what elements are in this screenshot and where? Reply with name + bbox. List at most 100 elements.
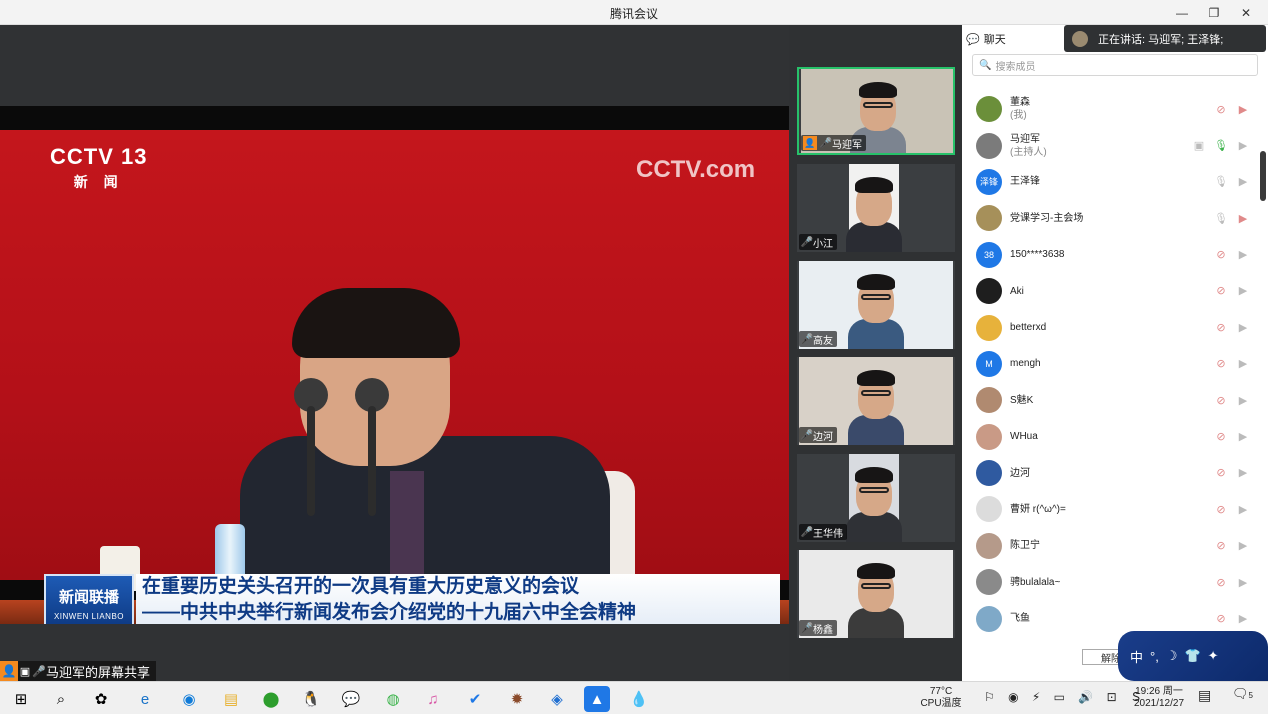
participant-name: 小江 bbox=[813, 238, 833, 250]
edge-browser-icon[interactable]: ◉ bbox=[176, 686, 202, 712]
mic-muted-icon: 🎤 bbox=[800, 429, 814, 441]
camera-icon[interactable]: ▶ bbox=[1236, 248, 1250, 261]
music-icon[interactable]: ♫ bbox=[420, 686, 446, 712]
camera-icon[interactable]: ▶ bbox=[1236, 175, 1250, 188]
notification-center-icon[interactable]: 🗨5 bbox=[1232, 687, 1253, 702]
chat-tab[interactable]: 💬 聊天 bbox=[966, 31, 1006, 47]
member-row[interactable]: 陈卫宁 ⊘ ▶ bbox=[962, 528, 1258, 564]
microphone-icon[interactable]: 🎙 bbox=[1214, 212, 1228, 225]
member-controls: ▣ 🎙 ▶ bbox=[1192, 127, 1250, 163]
close-button[interactable]: ✕ bbox=[1230, 0, 1262, 25]
member-row[interactable]: 董森 (我) ⊘ ▶ bbox=[962, 91, 1258, 127]
member-name-block: 骋bulalala~ bbox=[1010, 576, 1060, 589]
mic-muted-icon[interactable]: ⊘ bbox=[1214, 576, 1228, 589]
member-avatar: 泽锋 bbox=[976, 168, 1002, 195]
video-tile[interactable]: 🎤 杨鑫 bbox=[797, 550, 955, 638]
member-name-block: betterxd bbox=[1010, 321, 1046, 334]
droplet-icon[interactable]: 💧 bbox=[626, 686, 652, 712]
microphone-icon[interactable]: 🎙 bbox=[1214, 175, 1228, 188]
member-row[interactable]: 曹妍 r(^ω^)= ⊘ ▶ bbox=[962, 491, 1258, 527]
member-avatar bbox=[976, 605, 1002, 632]
member-role: (主持人) bbox=[1010, 146, 1047, 158]
news-show-name: 新闻联播 bbox=[58, 589, 119, 606]
glasses bbox=[861, 583, 891, 589]
mic-muted-icon[interactable]: ⊘ bbox=[1214, 357, 1228, 370]
camera-icon[interactable]: ▶ bbox=[1236, 430, 1250, 443]
member-name: 董森 bbox=[1010, 97, 1030, 109]
camera-icon[interactable]: ▶ bbox=[1236, 466, 1250, 479]
mic-muted-icon[interactable]: ⊘ bbox=[1214, 248, 1228, 261]
ime-toolbar[interactable]: 中 °, ☽ 👕 ✦ bbox=[1118, 631, 1268, 681]
member-row[interactable]: 马迎军 (主持人) ▣ 🎙 ▶ bbox=[962, 127, 1258, 163]
camera-icon[interactable]: ▶ bbox=[1236, 612, 1250, 625]
camera-icon[interactable]: ▶ bbox=[1236, 284, 1250, 297]
tencent-meeting-icon[interactable]: ✔ bbox=[462, 686, 488, 712]
member-controls: 🎙 ▶ bbox=[1214, 164, 1250, 200]
windows-start-icon[interactable]: ⊞ bbox=[8, 686, 34, 712]
camera-icon[interactable]: ▶ bbox=[1236, 576, 1250, 589]
member-row[interactable]: 38 150****3638 ⊘ ▶ bbox=[962, 237, 1258, 273]
member-avatar bbox=[976, 460, 1002, 487]
member-row[interactable]: WHua ⊘ ▶ bbox=[962, 419, 1258, 455]
member-controls: ⊘ ▶ bbox=[1214, 273, 1250, 309]
video-tile-label: 👤 🎤 马迎军 bbox=[801, 135, 866, 151]
video-tile[interactable]: 🎤 边河 bbox=[797, 357, 955, 445]
tencent-meeting-window: 腾讯会议 — ❐ ✕ CCTV 13 新 闻 CCTV.com 新闻联播 XIN… bbox=[0, 0, 1268, 714]
member-row[interactable]: betterxd ⊘ ▶ bbox=[962, 309, 1258, 345]
mic-muted-icon[interactable]: ⊘ bbox=[1214, 430, 1228, 443]
camera-icon[interactable]: ▶ bbox=[1236, 321, 1250, 334]
mic-muted-icon[interactable]: ⊘ bbox=[1214, 394, 1228, 407]
wechat-icon[interactable]: 💬 bbox=[338, 686, 364, 712]
notes-icon[interactable]: ▤ bbox=[1198, 688, 1211, 702]
restore-button[interactable]: ❐ bbox=[1198, 0, 1230, 25]
member-row[interactable]: 泽锋 王泽锋 🎙 ▶ bbox=[962, 164, 1258, 200]
participant-name: 王华伟 bbox=[813, 528, 843, 540]
camera-icon[interactable]: ▶ bbox=[1236, 539, 1250, 552]
mic-muted-icon[interactable]: ⊘ bbox=[1214, 103, 1228, 116]
video-tile[interactable]: 🎤 高友 bbox=[797, 261, 955, 349]
minimize-button[interactable]: — bbox=[1166, 0, 1198, 25]
member-row[interactable]: Mmengh ⊘ ▶ bbox=[962, 346, 1258, 382]
member-row[interactable]: 骋bulalala~ ⊘ ▶ bbox=[962, 564, 1258, 600]
camera-icon[interactable]: ▶ bbox=[1236, 139, 1250, 152]
camera-icon[interactable]: ▶ bbox=[1236, 357, 1250, 370]
member-search-input[interactable]: 🔍 搜索成员 bbox=[972, 54, 1258, 76]
cortana-icon[interactable]: ✿ bbox=[88, 686, 114, 712]
bug-icon[interactable]: ✹ bbox=[504, 686, 530, 712]
camera-icon[interactable]: ▶ bbox=[1236, 103, 1250, 116]
file-explorer-icon[interactable]: ▤ bbox=[218, 686, 244, 712]
app-icon[interactable]: ⬤ bbox=[258, 686, 284, 712]
camera-icon[interactable]: ▶ bbox=[1236, 212, 1250, 225]
qq-icon[interactable]: 🐧 bbox=[298, 686, 324, 712]
screen-share-area[interactable]: CCTV 13 新 闻 CCTV.com 新闻联播 XINWEN LIANBO … bbox=[0, 25, 789, 681]
mic-muted-icon[interactable]: ⊘ bbox=[1214, 503, 1228, 516]
member-name-block: 曹妍 r(^ω^)= bbox=[1010, 503, 1066, 516]
video-tile[interactable]: 🎤 王华伟 bbox=[797, 454, 955, 542]
member-row[interactable]: 边河 ⊘ ▶ bbox=[962, 455, 1258, 491]
microphone-icon[interactable]: 🎙 bbox=[1214, 139, 1228, 152]
member-name-block: 王泽锋 bbox=[1010, 175, 1040, 188]
member-row[interactable]: 党课学习-主会场 🎙 ▶ bbox=[962, 200, 1258, 236]
system-tray-icons[interactable]: ⚐ ◉ ⚡ ▭ 🔊 ⊡ Ｓ bbox=[984, 691, 1147, 703]
search-icon[interactable]: ⌕ bbox=[48, 686, 74, 712]
mic-muted-icon[interactable]: ⊘ bbox=[1214, 612, 1228, 625]
ie-browser-icon[interactable]: e bbox=[132, 686, 158, 712]
clock[interactable]: 19:26 周一 2021/12/27 bbox=[1128, 686, 1190, 710]
cpu-temperature: 77°C CPU温度 bbox=[918, 686, 964, 710]
mic-muted-icon[interactable]: ⊘ bbox=[1214, 284, 1228, 297]
member-name-block: 党课学习-主会场 bbox=[1010, 212, 1083, 225]
microphone-right-stem bbox=[368, 406, 376, 516]
tencent-meeting-active-icon[interactable]: ▲ bbox=[584, 686, 610, 712]
camera-icon[interactable]: ▶ bbox=[1236, 503, 1250, 516]
member-row[interactable]: S魅K ⊘ ▶ bbox=[962, 382, 1258, 418]
mic-muted-icon[interactable]: ⊘ bbox=[1214, 321, 1228, 334]
app-green-icon[interactable]: ◍ bbox=[380, 686, 406, 712]
mic-muted-icon[interactable]: ⊘ bbox=[1214, 466, 1228, 479]
camera-icon[interactable]: ▶ bbox=[1236, 394, 1250, 407]
paint-icon[interactable]: ◈ bbox=[544, 686, 570, 712]
member-list-scrollbar[interactable] bbox=[1260, 151, 1266, 201]
mic-muted-icon[interactable]: ⊘ bbox=[1214, 539, 1228, 552]
video-tile[interactable]: 👤 🎤 马迎军 bbox=[797, 67, 955, 155]
video-tile[interactable]: 🎤 小江 bbox=[797, 164, 955, 252]
member-row[interactable]: Aki ⊘ ▶ bbox=[962, 273, 1258, 309]
